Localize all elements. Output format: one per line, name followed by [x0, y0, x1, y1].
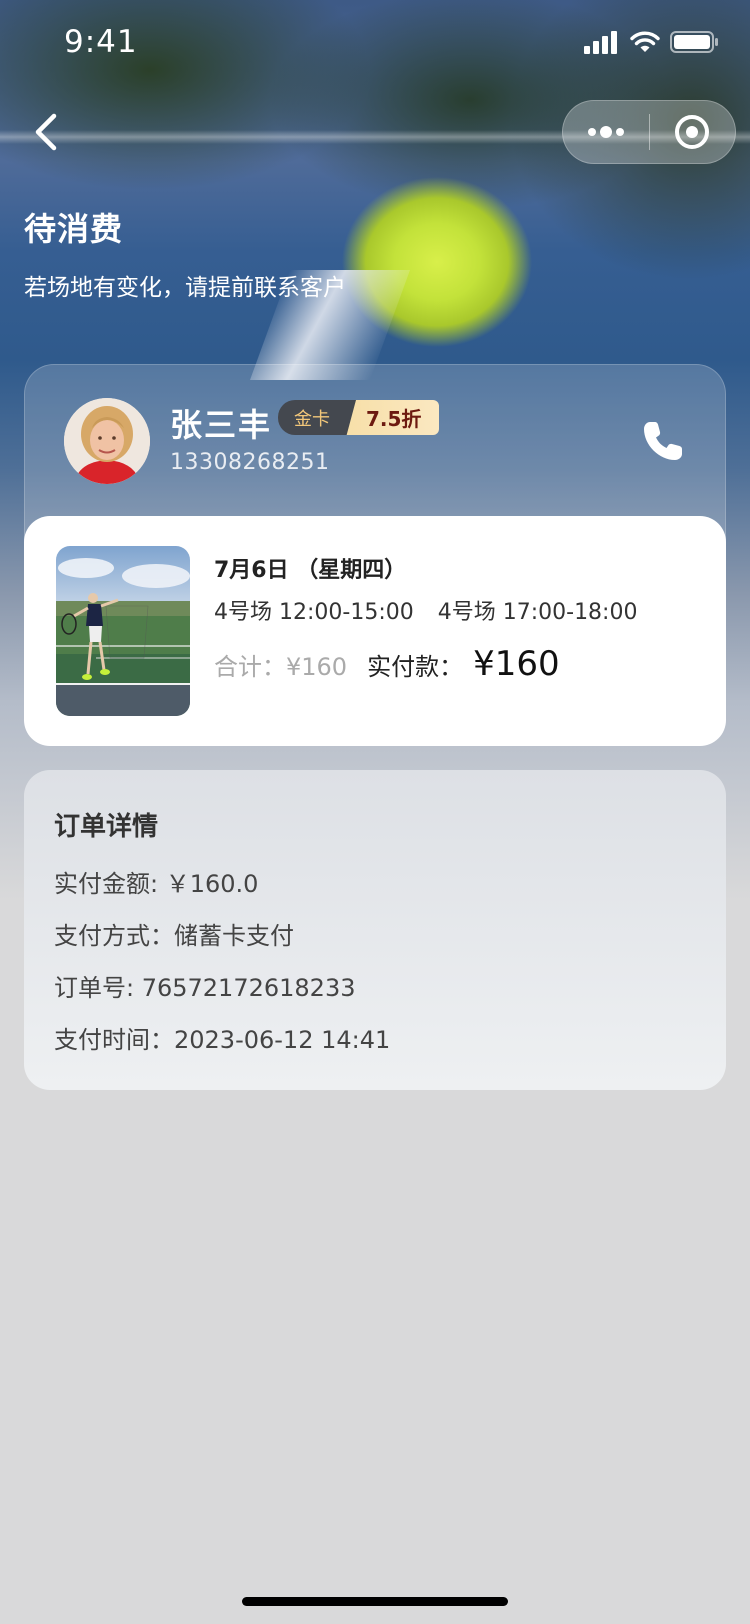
- more-dots-icon: [587, 126, 624, 138]
- paid-value: ¥160: [473, 644, 560, 684]
- price-row: 合计：¥160 实付款： ¥160: [214, 644, 560, 684]
- avatar: [64, 398, 150, 484]
- chevron-left-icon: [35, 113, 57, 151]
- order-number: 订单号: 76572172618233: [54, 974, 356, 1002]
- booking-slots: 4号场 12:00-15:00 4号场 17:00-18:00: [214, 594, 637, 626]
- page-title: 待消费: [24, 210, 124, 248]
- payment-method: 支付方式：储蓄卡支付: [54, 922, 294, 950]
- member-level-badge: 金卡: [278, 400, 356, 435]
- booking-slot: 4号场 17:00-18:00: [437, 600, 638, 625]
- payment-time: 支付时间：2023-06-12 14:41: [54, 1026, 391, 1054]
- page-subtitle: 若场地有变化，请提前联系客户: [24, 275, 346, 301]
- signal-icon: [584, 31, 617, 54]
- order-detail-title: 订单详情: [54, 812, 159, 842]
- call-button[interactable]: [640, 418, 686, 464]
- back-button[interactable]: [28, 110, 68, 154]
- status-time: 9:41: [64, 24, 138, 60]
- member-tag: 金卡 7.5折: [278, 400, 440, 435]
- discount-badge: 7.5折: [344, 400, 440, 435]
- home-indicator: [242, 1597, 508, 1606]
- court-photo: [56, 546, 190, 716]
- booking-date: 7月6日 （星期四）: [214, 558, 407, 583]
- paid-amount: 实付金额: ￥160.0: [54, 870, 259, 898]
- booking-card[interactable]: 7月6日 （星期四） 4号场 12:00-15:00 4号场 17:00-18:…: [24, 516, 726, 746]
- target-circle-icon: [675, 115, 710, 149]
- paid-label: 实付款：: [367, 653, 464, 681]
- phone-icon: [644, 422, 682, 460]
- battery-icon: [670, 31, 718, 53]
- wifi-icon: [630, 31, 660, 52]
- order-detail-card: 订单详情 实付金额: ￥160.0 支付方式：储蓄卡支付 订单号: 765721…: [24, 770, 726, 1090]
- booking-slot: 4号场 12:00-15:00: [214, 600, 414, 625]
- status-bar: 9:41: [0, 0, 750, 88]
- more-button[interactable]: [563, 100, 649, 164]
- total-price: 合计：¥160: [214, 653, 348, 681]
- user-name: 张三丰: [170, 406, 273, 444]
- mini-program-capsule: [562, 100, 736, 164]
- user-phone: 13308268251: [170, 450, 330, 475]
- status-icons: [584, 30, 720, 54]
- close-mini-program-button[interactable]: [650, 100, 736, 164]
- avatar-image: [64, 398, 150, 484]
